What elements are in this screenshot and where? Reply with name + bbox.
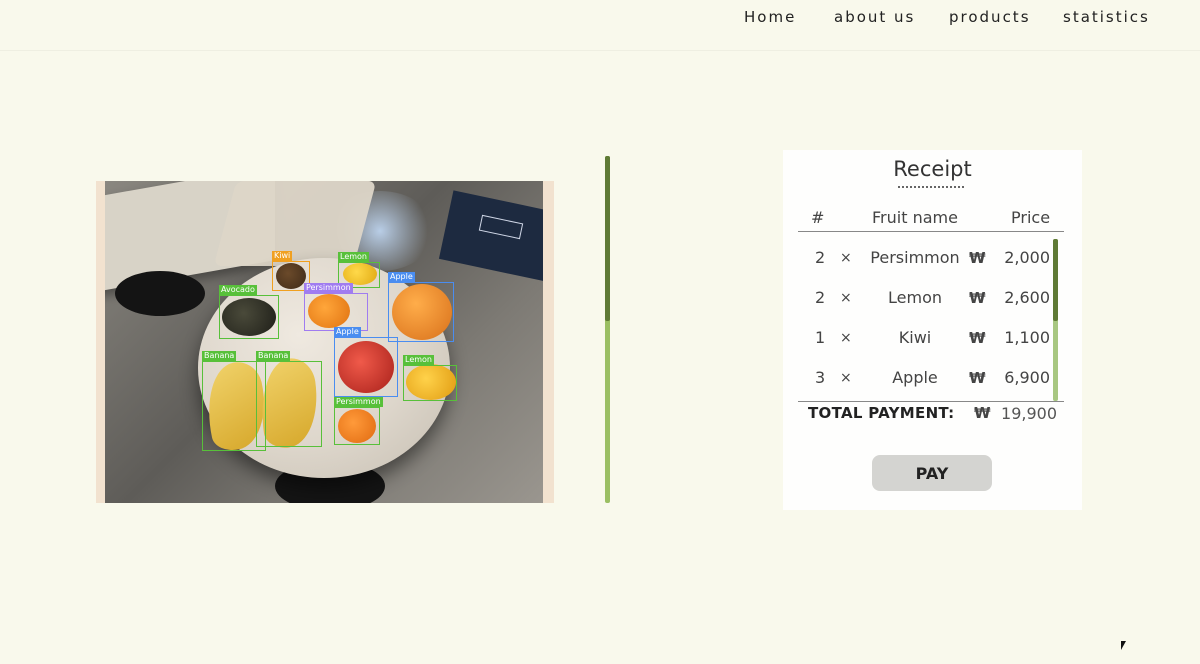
total-payment-label: TOTAL PAYMENT: [808, 404, 955, 422]
bbox-avocado: Avocado [219, 285, 279, 339]
bbox-apple-right: Apple [388, 272, 454, 342]
total-currency: ₩ [974, 404, 991, 422]
header-divider [798, 231, 1064, 232]
row-multiply: × [840, 330, 852, 346]
header-price: Price [1011, 208, 1051, 227]
vertical-scrollbar[interactable] [605, 156, 610, 503]
row-qty: 3 [815, 368, 826, 387]
row-qty: 2 [815, 248, 826, 267]
row-currency: ₩ [969, 369, 986, 387]
bbox-label-lemon-right: Lemon [403, 355, 434, 365]
receipt-row: 3 × Apple ₩ 6,900 [798, 358, 1054, 398]
total-payment-amount: 19,900 [1001, 404, 1057, 423]
receipt-card: Receipt # Fruit name Price 2 × Persimmon… [783, 150, 1082, 510]
header-number: # [811, 208, 825, 227]
receipt-row: 1 × Kiwi ₩ 1,100 [798, 318, 1054, 358]
bbox-apple: Apple [334, 327, 398, 397]
row-fruit-name: Apple [892, 368, 938, 387]
bbox-label-persimmon: Persimmon [304, 283, 353, 293]
bbox-persimmon-small: Persimmon [334, 397, 383, 445]
row-fruit-name: Persimmon [870, 248, 960, 267]
nav-about-us[interactable]: about us [834, 8, 915, 26]
row-price: 2,600 [1004, 288, 1050, 307]
row-price: 6,900 [1004, 368, 1050, 387]
receipt-item-list: 2 × Persimmon ₩ 2,000 2 × Lemon ₩ 2,600 … [798, 238, 1064, 400]
scrollbar-thumb[interactable] [605, 156, 610, 321]
nav-products[interactable]: products [949, 8, 1031, 26]
row-fruit-name: Kiwi [898, 328, 932, 347]
mouse-cursor-icon [1121, 641, 1126, 650]
row-multiply: × [840, 290, 852, 306]
row-multiply: × [840, 370, 852, 386]
bbox-persimmon: Persimmon [304, 283, 368, 331]
bbox-label-banana-2: Banana [256, 351, 291, 361]
nav-statistics[interactable]: statistics [1063, 8, 1150, 26]
row-multiply: × [840, 250, 852, 266]
bbox-banana-2: Banana [256, 351, 322, 447]
bbox-label-persimmon-small: Persimmon [334, 397, 383, 407]
bbox-label-apple: Apple [334, 327, 361, 337]
bbox-label-kiwi: Kiwi [272, 251, 293, 261]
item-list-scrollbar[interactable] [1053, 239, 1058, 401]
bbox-lemon-right: Lemon [403, 355, 457, 401]
row-currency: ₩ [969, 249, 986, 267]
bbox-label-avocado: Avocado [219, 285, 257, 295]
receipt-row: 2 × Persimmon ₩ 2,000 [798, 238, 1054, 278]
pay-button[interactable]: PAY [872, 455, 992, 491]
row-price: 2,000 [1004, 248, 1050, 267]
receipt-title-underline [898, 186, 964, 188]
total-divider [798, 401, 1064, 402]
row-fruit-name: Lemon [888, 288, 942, 307]
receipt-title: Receipt [893, 157, 972, 181]
detection-photo: Kiwi Lemon Avocado Persimmon Apple Banan… [105, 181, 543, 503]
detection-photo-frame: Kiwi Lemon Avocado Persimmon Apple Banan… [96, 181, 554, 503]
receipt-row: 2 × Lemon ₩ 2,600 [798, 278, 1054, 318]
top-nav: Home about us products statistics [0, 0, 1200, 51]
row-qty: 2 [815, 288, 826, 307]
header-fruit-name: Fruit name [872, 208, 958, 227]
row-currency: ₩ [969, 289, 986, 307]
nav-home[interactable]: Home [744, 8, 796, 26]
bbox-label-banana-1: Banana [202, 351, 237, 361]
row-qty: 1 [815, 328, 826, 347]
bbox-label-lemon-top: Lemon [338, 252, 369, 262]
row-price: 1,100 [1004, 328, 1050, 347]
photo-table-base-left [115, 271, 205, 316]
row-currency: ₩ [969, 329, 986, 347]
item-list-scrollbar-thumb[interactable] [1053, 239, 1058, 321]
bbox-label-apple-right: Apple [388, 272, 415, 282]
